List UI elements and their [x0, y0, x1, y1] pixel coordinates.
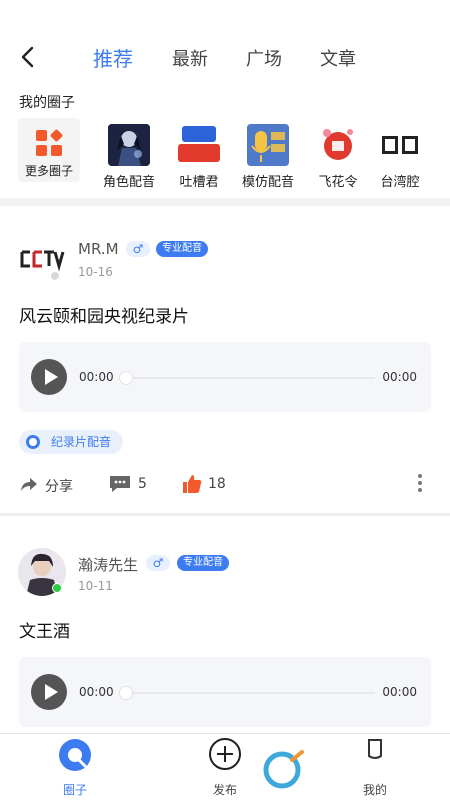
imitation-dubbing-thumbnail	[247, 124, 289, 166]
progress-handle[interactable]	[119, 686, 133, 700]
back-arrow-icon[interactable]	[16, 44, 40, 70]
role-dubbing-thumbnail	[108, 124, 150, 166]
comment-count: 5	[138, 476, 147, 492]
like-button[interactable]: 18	[182, 474, 232, 496]
tab-articles[interactable]: 文章	[320, 45, 356, 71]
tab-latest[interactable]: 最新	[172, 45, 208, 71]
circle-tag-icon	[26, 435, 40, 449]
post-date: 10-11	[78, 579, 113, 593]
more-options-icon[interactable]	[416, 472, 424, 494]
progress-track[interactable]	[125, 377, 375, 379]
cctv-logo-avatar[interactable]	[18, 236, 66, 284]
nav-publish[interactable]: 发布	[185, 734, 265, 800]
circle-label: 角色配音	[102, 175, 155, 190]
post-card[interactable]: MR.M ♂ 专业配音 10-16 风云颐和园央视纪录片 00:00 00:00…	[0, 206, 450, 512]
comment-icon	[110, 476, 130, 492]
tab-square[interactable]: 广场	[246, 45, 282, 71]
pro-dubbing-badge: 专业配音	[177, 555, 229, 571]
play-button[interactable]	[31, 674, 67, 710]
comment-button[interactable]: 5	[108, 474, 158, 496]
pro-dubbing-badge: 专业配音	[156, 241, 208, 257]
roast-thumbnail	[178, 124, 220, 166]
online-status-dot	[52, 583, 62, 593]
progress-track[interactable]	[125, 692, 375, 694]
audio-player: 00:00 00:00	[19, 342, 431, 412]
audio-player: 00:00 00:00	[19, 657, 431, 727]
post-title[interactable]: 文王酒	[19, 617, 70, 642]
topic-tag-label: 纪录片配音	[51, 435, 112, 449]
plus-circle-icon	[209, 738, 241, 770]
section-divider	[0, 198, 450, 206]
circle-label: 台湾腔	[380, 175, 420, 190]
top-bar: 推荐 最新 广场 文章	[0, 0, 450, 86]
taiwan-accent-thumbnail	[379, 124, 421, 166]
circle-label: 飞花令	[318, 175, 358, 190]
more-circles-button[interactable]: 更多圈子	[18, 118, 80, 182]
total-time: 00:00	[382, 685, 417, 699]
circles-nav-icon	[59, 739, 91, 771]
nav-circles[interactable]: 圈子	[35, 734, 115, 800]
like-count: 18	[208, 476, 226, 492]
share-button[interactable]: 分享	[19, 474, 79, 496]
circle-taiwan-accent[interactable]: 台湾腔	[374, 118, 426, 190]
topic-tag[interactable]: 纪录片配音	[19, 430, 124, 454]
username[interactable]: MR.M	[78, 240, 119, 258]
username[interactable]: 瀚涛先生	[78, 554, 138, 575]
circle-feihua[interactable]: 飞花令	[313, 118, 363, 190]
my-circles-heading: 我的圈子	[19, 95, 75, 111]
total-time: 00:00	[382, 370, 417, 384]
circle-roast[interactable]: 吐槽君	[174, 118, 224, 190]
play-button[interactable]	[31, 359, 67, 395]
circle-label: 模仿配音	[241, 175, 294, 190]
feihua-thumbnail	[317, 124, 359, 166]
circle-label: 吐槽君	[179, 175, 219, 190]
share-icon	[21, 478, 37, 491]
thumbs-up-icon	[183, 475, 202, 493]
circle-role-dubbing[interactable]: 角色配音	[100, 118, 158, 190]
tab-recommend[interactable]: 推荐	[93, 43, 133, 72]
progress-handle[interactable]	[119, 371, 133, 385]
my-circles-list: 更多圈子 角色配音 吐槽君 模仿配音 飞花令 台湾腔	[0, 118, 450, 194]
male-gender-icon: ♂	[126, 241, 150, 257]
more-circles-icon	[36, 128, 64, 156]
male-gender-icon: ♂	[146, 555, 170, 571]
nav-publish-label: 发布	[212, 783, 237, 797]
current-time: 00:00	[79, 685, 114, 699]
post-date: 10-16	[78, 265, 113, 279]
post-card[interactable]: 瀚涛先生 ♂ 专业配音 10-11 文王酒 00:00 00:00	[0, 516, 450, 733]
post-title[interactable]: 风云颐和园央视纪录片	[19, 302, 189, 327]
current-time: 00:00	[79, 370, 114, 384]
circle-imitation-dubbing[interactable]: 模仿配音	[236, 118, 300, 190]
more-circles-label: 更多圈子	[24, 164, 73, 178]
nav-circles-label: 圈子	[62, 783, 87, 797]
share-label: 分享	[45, 479, 73, 495]
site-watermark-logo	[262, 748, 432, 794]
